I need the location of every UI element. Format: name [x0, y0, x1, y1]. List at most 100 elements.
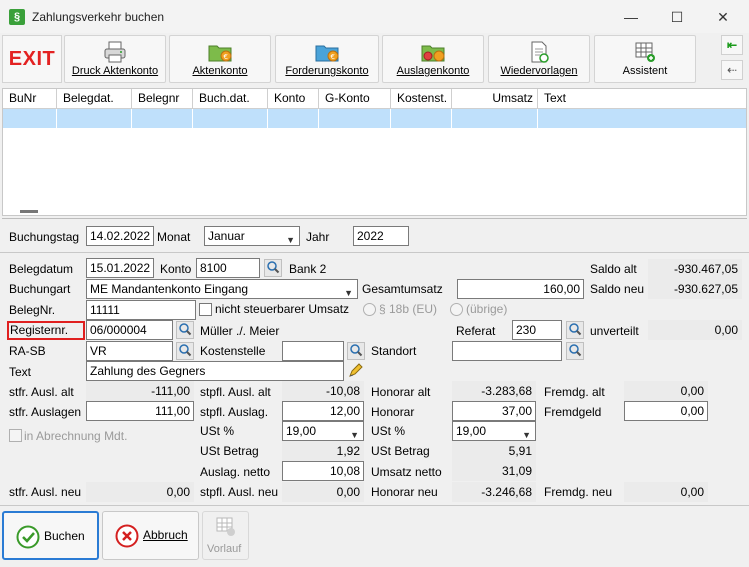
fremdg-alt-label: Fremdg. alt [544, 385, 605, 399]
exit-button[interactable]: EXIT [2, 35, 62, 83]
stfr-auslagen-field[interactable]: 111,00 [86, 401, 194, 421]
stpfl-ausl-alt-field: -10,08 [282, 381, 364, 401]
ust1-select[interactable]: 19,00 ▼ [282, 421, 364, 441]
aktenkonto-label: Aktenkonto [192, 65, 248, 77]
search-icon [267, 261, 280, 274]
forderungskonto-button[interactable]: € Forderungskonto [275, 35, 379, 83]
buchungsart-select[interactable]: ME Mandantenkonto Eingang ▼ [86, 279, 358, 299]
monat-value: Januar [208, 229, 245, 243]
table-row[interactable] [3, 109, 746, 128]
abbruch-button[interactable]: Abbruch [102, 511, 199, 560]
divider [0, 505, 749, 506]
radio-uebrige[interactable] [450, 303, 463, 316]
column-header-kostenst[interactable]: Kostenst. [391, 89, 452, 109]
nav-first-button[interactable]: ⇤ [721, 35, 743, 55]
honorar-field[interactable]: 37,00 [452, 401, 536, 421]
saldo-neu-field: -930.627,05 [648, 279, 742, 299]
nicht-steuerbar-label: nicht steuerbarer Umsatz [215, 302, 350, 316]
stfr-ausl-neu-field: 0,00 [86, 482, 194, 502]
ust-betrag2-field: 5,91 [452, 441, 536, 461]
fremdg-neu-field: 0,00 [624, 482, 708, 502]
rasb-search-button[interactable] [176, 342, 194, 360]
buchungsart-label: Buchungart [9, 282, 71, 296]
belegdatum-field[interactable]: 15.01.2022 [86, 258, 154, 278]
cancel-icon [115, 524, 139, 548]
printer-icon [104, 41, 126, 63]
column-header-belegnr[interactable]: Belegnr [132, 89, 193, 109]
column-header-konto[interactable]: Konto [268, 89, 319, 109]
stpfl-auslag-field[interactable]: 12,00 [282, 401, 364, 421]
ust2-select[interactable]: 19,00 ▼ [452, 421, 536, 441]
column-header-text[interactable]: Text [538, 89, 746, 109]
monat-select[interactable]: Januar ▼ [204, 226, 300, 246]
assistent-button[interactable]: Assistent [594, 35, 696, 83]
buchungsart-value: ME Mandantenkonto Eingang [90, 282, 249, 296]
column-header-buchdat[interactable]: Buch.dat. [193, 89, 268, 109]
close-button[interactable]: ✕ [700, 4, 746, 30]
kostenstelle-field[interactable] [282, 341, 344, 361]
nav-prev-button[interactable]: ⇠ [721, 60, 743, 80]
registernr-search-button[interactable] [176, 321, 194, 339]
referat-search-button[interactable] [566, 321, 584, 339]
vorlauf-button[interactable]: Vorlauf [202, 511, 249, 560]
kostenstelle-search-button[interactable] [347, 342, 365, 360]
column-header-belegdat[interactable]: Belegdat. [57, 89, 132, 109]
text-field[interactable]: Zahlung des Gegners [86, 361, 344, 381]
aktenkonto-button[interactable]: € Aktenkonto [169, 35, 271, 83]
column-header-umsatz[interactable]: Umsatz [452, 89, 538, 109]
bookings-grid[interactable]: BuNr Belegdat. Belegnr Buch.dat. Konto G… [2, 88, 747, 216]
auslagenkonto-label: Auslagenkonto [396, 65, 470, 77]
buchungstag-field[interactable]: 14.02.2022 [86, 226, 154, 246]
referat-label: Referat [456, 324, 496, 338]
text-label: Text [9, 365, 32, 379]
gesamtumsatz-field[interactable]: 160,00 [457, 279, 584, 299]
auslag-netto-field[interactable]: 10,08 [282, 461, 364, 481]
honorar-label: Honorar [371, 405, 415, 419]
maximize-button[interactable]: ☐ [654, 4, 700, 30]
stfr-ausl-alt-label: stfr. Ausl. alt [9, 385, 74, 399]
wiedervorlagen-button[interactable]: Wiedervorlagen [488, 35, 590, 83]
column-header-gkonto[interactable]: G-Konto [319, 89, 391, 109]
jahr-field[interactable]: 2022 [353, 226, 409, 246]
konto-search-button[interactable] [264, 259, 282, 277]
folder-coins-icon [421, 45, 445, 62]
konto-field[interactable]: 8100 [196, 258, 260, 278]
konto-label: Konto [160, 262, 192, 276]
standort-field[interactable] [452, 341, 562, 361]
standort-search-button[interactable] [566, 342, 584, 360]
auslagenkonto-button[interactable]: Auslagenkonto [382, 35, 484, 83]
column-header-bunr[interactable]: BuNr [3, 89, 57, 109]
ust-betrag1-label: USt Betrag [200, 444, 259, 458]
belegdatum-label: Belegdatum [9, 262, 74, 276]
registernr-field[interactable]: 06/000004 [86, 320, 173, 340]
monat-label: Monat [157, 230, 191, 244]
druck-aktenkonto-button[interactable]: Druck Aktenkonto [64, 35, 166, 83]
belegnr-label: BelegNr. [9, 303, 56, 317]
title-bar: § Zahlungsverkehr buchen — ☐ ✕ [0, 0, 749, 33]
text-template-button[interactable] [347, 362, 365, 380]
svg-text:€: € [224, 53, 228, 61]
splitter-handle[interactable] [20, 210, 38, 213]
minimize-button[interactable]: — [608, 4, 654, 30]
stpfl-auslag-label: stpfl. Auslag. [200, 405, 269, 419]
buchen-button[interactable]: Buchen [2, 511, 99, 560]
jahr-label: Jahr [306, 230, 330, 244]
abbruch-label: Abbruch [143, 528, 188, 542]
in-abrechnung-label: in Abrechnung Mdt. [24, 429, 128, 443]
belegnr-field[interactable]: 11111 [86, 300, 196, 320]
fremdgeld-field[interactable]: 0,00 [624, 401, 708, 421]
radio-18b-label: § 18b (EU) [379, 302, 438, 316]
nicht-steuerbar-checkbox[interactable] [199, 303, 212, 316]
chevron-down-icon: ▼ [522, 430, 531, 440]
buchen-label: Buchen [44, 529, 85, 543]
radio-18b[interactable] [363, 303, 376, 316]
honorar-alt-field: -3.283,68 [452, 381, 536, 401]
ust1-label: USt % [200, 424, 235, 438]
referat-field[interactable]: 230 [512, 320, 562, 340]
registernr-label: Registernr. [7, 321, 85, 340]
divider [0, 252, 749, 253]
rasb-field[interactable]: VR [86, 341, 173, 361]
stfr-auslagen-label: stfr. Auslagen [9, 405, 82, 419]
saldo-alt-label: Saldo alt [590, 262, 637, 276]
in-abrechnung-checkbox[interactable] [9, 429, 22, 442]
